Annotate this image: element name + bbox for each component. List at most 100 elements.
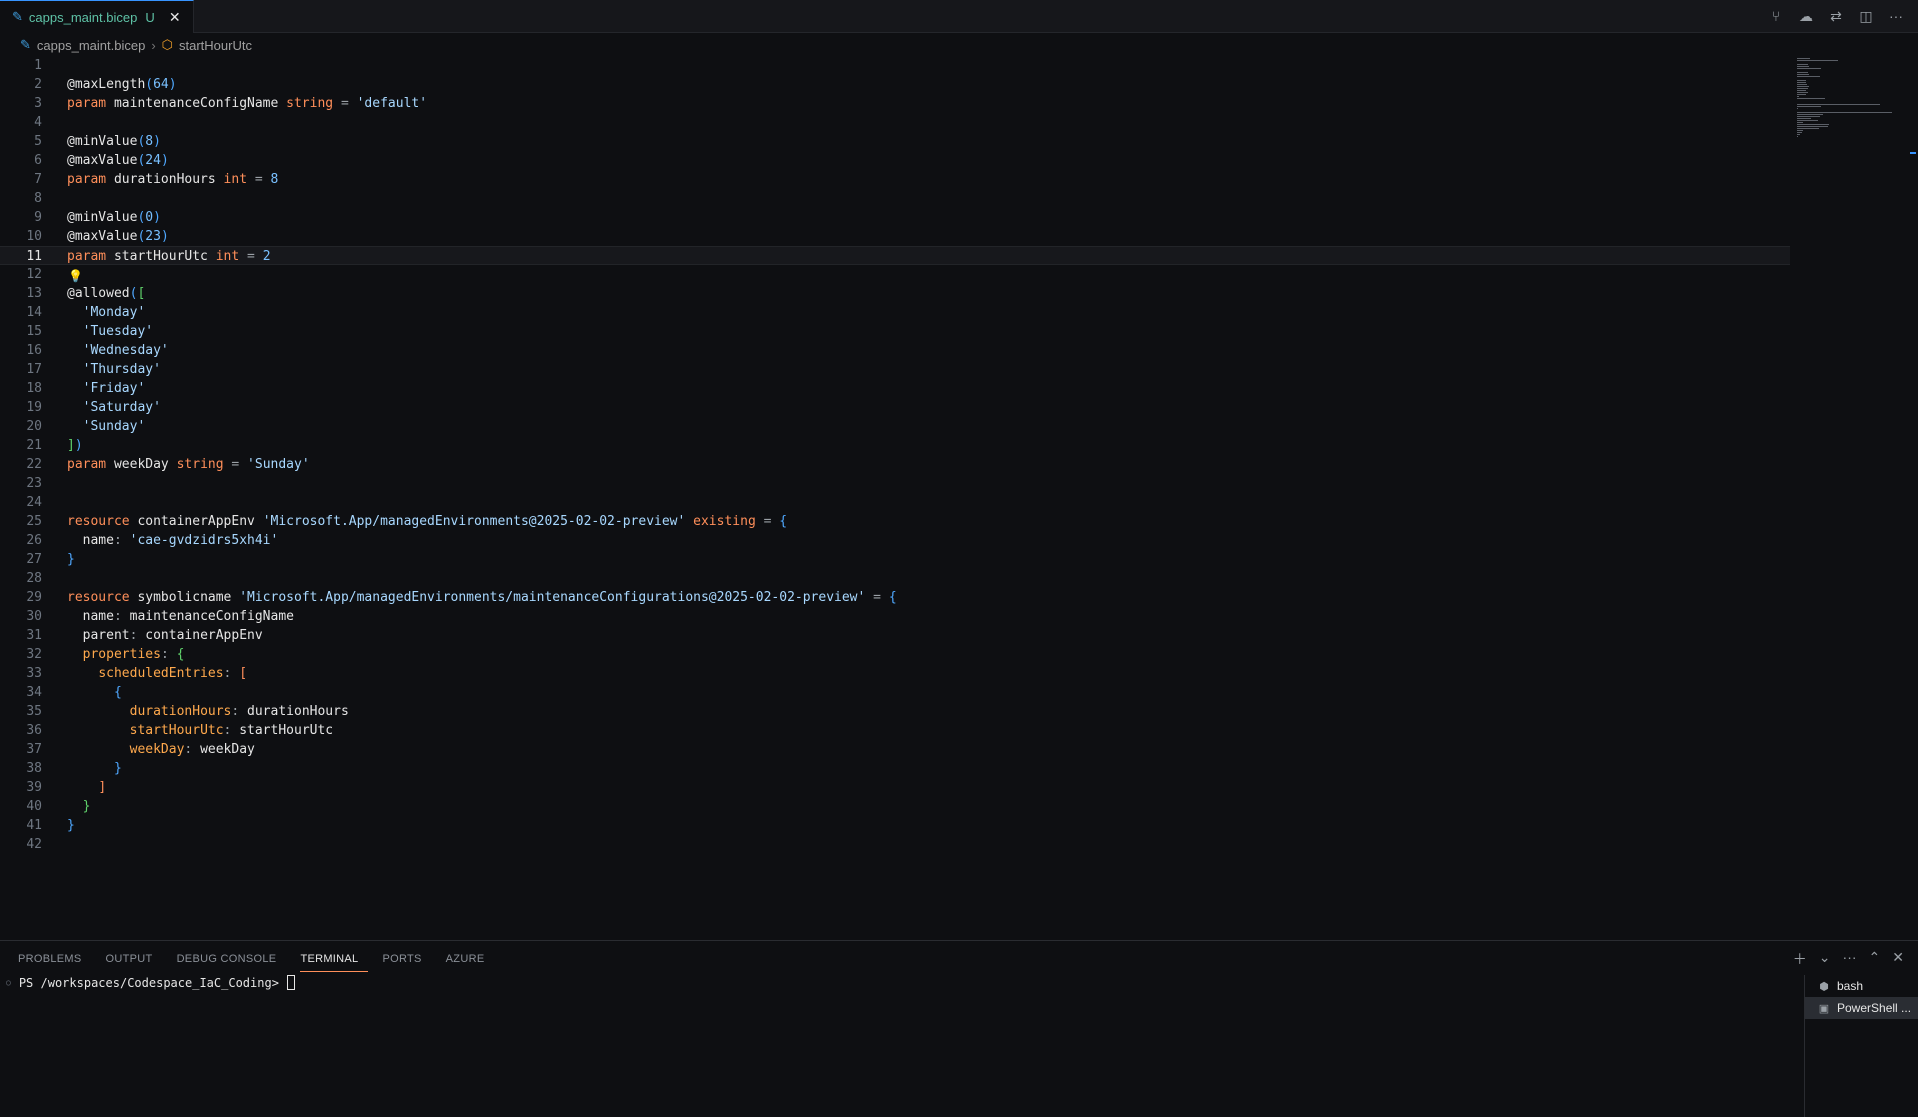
code-text: startHourUtc: startHourUtc: [67, 721, 334, 740]
code-line[interactable]: 32 properties: {: [0, 645, 1790, 664]
code-line[interactable]: 26 name: 'cae-gvdzidrs5xh4i': [0, 531, 1790, 550]
code-line[interactable]: 18 'Friday': [0, 379, 1790, 398]
panel-tab-problems[interactable]: PROBLEMS: [18, 949, 92, 972]
code-token: 'Friday': [82, 381, 146, 396]
code-editor[interactable]: 1 2 @maxLength(64) 3 param maintenanceConfig…: [0, 56, 1790, 936]
line-number: 42: [26, 837, 42, 852]
code-line[interactable]: 12 💡: [0, 265, 1790, 284]
terminal-instance[interactable]: ⬢ bash: [1805, 975, 1918, 997]
code-text: resource containerAppEnv 'Microsoft.App/…: [67, 512, 787, 531]
code-line[interactable]: 7 param durationHours int = 8: [0, 170, 1790, 189]
code-line[interactable]: 25 resource containerAppEnv 'Microsoft.Ap…: [0, 512, 1790, 531]
code-token: parent: [82, 628, 130, 643]
code-text: parent: containerAppEnv: [67, 626, 263, 645]
minimap-line: [1797, 94, 1806, 95]
code-token: =: [223, 457, 248, 472]
code-token: :: [160, 647, 177, 662]
code-line[interactable]: 36 startHourUtc: startHourUtc: [0, 721, 1790, 740]
minimap-slider[interactable]: [1910, 152, 1916, 154]
code-token: 64: [153, 77, 169, 92]
code-line[interactable]: 3 param maintenanceConfigName string = 'd…: [0, 94, 1790, 113]
code-line[interactable]: 35 durationHours: durationHours: [0, 702, 1790, 721]
more-actions-icon[interactable]: ···: [1843, 949, 1857, 969]
new-terminal-icon[interactable]: ＋: [1793, 949, 1807, 969]
code-text: 'Thursday': [67, 360, 161, 379]
panel-tab-debug-console[interactable]: DEBUG CONSOLE: [177, 949, 287, 972]
code-line[interactable]: 30 name: maintenanceConfigName: [0, 607, 1790, 626]
code-line[interactable]: 37 weekDay: weekDay: [0, 740, 1790, 759]
line-number: 32: [26, 647, 42, 662]
code-line[interactable]: 31 parent: containerAppEnv: [0, 626, 1790, 645]
code-line[interactable]: 20 'Sunday': [0, 417, 1790, 436]
code-line[interactable]: 22 param weekDay string = 'Sunday': [0, 455, 1790, 474]
minimap-line: [1797, 64, 1808, 65]
code-line[interactable]: 42: [0, 835, 1790, 854]
code-token: startHourUtc: [106, 249, 216, 264]
code-line[interactable]: 33 scheduledEntries: [: [0, 664, 1790, 683]
code-line[interactable]: 11 param startHourUtc int = 2: [0, 246, 1790, 265]
code-line[interactable]: 5 @minValue(8): [0, 132, 1790, 151]
close-icon[interactable]: ✕: [167, 9, 183, 26]
minimap-line: [1797, 92, 1808, 93]
terminal-instance[interactable]: ▣ PowerShell ...: [1805, 997, 1918, 1019]
code-line[interactable]: 10 @maxValue(23): [0, 227, 1790, 246]
code-token: :: [113, 609, 130, 624]
split-editor-icon[interactable]: ◫: [1858, 8, 1874, 25]
code-line[interactable]: 23: [0, 474, 1790, 493]
bicep-file-icon: ✎: [12, 9, 23, 24]
line-number: 39: [26, 780, 42, 795]
code-text: ]): [67, 436, 83, 455]
code-line[interactable]: 41}: [0, 816, 1790, 835]
code-token: ): [160, 229, 169, 244]
terminal-prompt: PS /workspaces/Codespace_IaC_Coding>: [18, 975, 279, 990]
breadcrumb-symbol[interactable]: startHourUtc: [179, 38, 252, 53]
line-number: 28: [26, 571, 42, 586]
code-line[interactable]: 24: [0, 493, 1790, 512]
panel-tab-terminal[interactable]: TERMINAL: [300, 949, 369, 972]
code-line[interactable]: 14 'Monday': [0, 303, 1790, 322]
code-line[interactable]: 15 'Tuesday': [0, 322, 1790, 341]
code-line[interactable]: 21]): [0, 436, 1790, 455]
code-line[interactable]: 29 resource symbolicname 'Microsoft.App/m…: [0, 588, 1790, 607]
code-line[interactable]: 34 {: [0, 683, 1790, 702]
code-line[interactable]: 8: [0, 189, 1790, 208]
code-line[interactable]: 2 @maxLength(64): [0, 75, 1790, 94]
panel-tab-output[interactable]: OUTPUT: [106, 949, 163, 972]
compare-changes-icon[interactable]: ⇄: [1828, 8, 1844, 25]
code-line[interactable]: 40 }: [0, 797, 1790, 816]
code-token: 'Tuesday': [82, 324, 154, 339]
code-line[interactable]: 39 ]: [0, 778, 1790, 797]
close-icon[interactable]: ✕: [1892, 949, 1904, 969]
code-token: name: [82, 533, 114, 548]
code-line[interactable]: 16 'Wednesday': [0, 341, 1790, 360]
code-token: @minValue: [67, 210, 138, 225]
more-actions-icon[interactable]: ···: [1888, 8, 1904, 24]
code-line[interactable]: 9 @minValue(0): [0, 208, 1790, 227]
terminal-output[interactable]: ○ PS /workspaces/Codespace_IaC_Coding>: [6, 975, 295, 990]
code-line[interactable]: 27}: [0, 550, 1790, 569]
code-line[interactable]: 17 'Thursday': [0, 360, 1790, 379]
line-number: 26: [26, 533, 42, 548]
code-token: ): [168, 77, 177, 92]
code-line[interactable]: 19 'Saturday': [0, 398, 1790, 417]
editor-tab[interactable]: ✎ capps_maint.bicep U ✕: [0, 0, 194, 33]
panel-tab-azure[interactable]: AZURE: [446, 949, 495, 972]
breadcrumb-file[interactable]: capps_maint.bicep: [37, 38, 145, 53]
code-line[interactable]: 4: [0, 113, 1790, 132]
code-token: 2: [262, 249, 271, 264]
chevron-down-icon[interactable]: ⌄: [1819, 949, 1831, 969]
source-control-graph-icon[interactable]: ⑂: [1768, 8, 1784, 24]
code-line[interactable]: 38 }: [0, 759, 1790, 778]
panel-tab-ports[interactable]: PORTS: [382, 949, 431, 972]
code-line[interactable]: 1: [0, 56, 1790, 75]
minimap-line: [1797, 116, 1820, 117]
minimap[interactable]: [1795, 56, 1913, 146]
code-line[interactable]: 13 @allowed([: [0, 284, 1790, 303]
code-line[interactable]: 6 @maxValue(24): [0, 151, 1790, 170]
code-line[interactable]: 28: [0, 569, 1790, 588]
cloud-upload-icon[interactable]: ☁: [1798, 8, 1814, 25]
maximize-panel-icon[interactable]: ⌃: [1869, 949, 1881, 969]
